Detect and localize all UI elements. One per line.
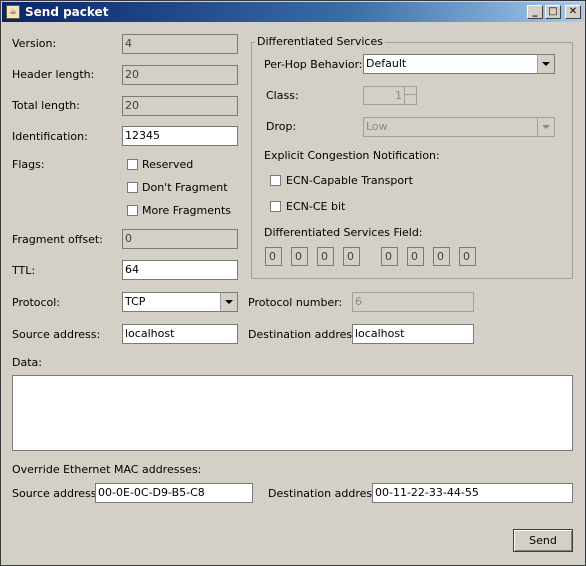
drop-selected-value: Low: [366, 120, 388, 133]
ds-bit-box: 0: [381, 247, 398, 266]
ecn-capable-checkbox[interactable]: [270, 175, 281, 186]
phb-selected-value: Default: [366, 57, 407, 70]
spinner-up-icon[interactable]: [404, 87, 416, 95]
mac-destination-address-label: Destination address:: [268, 487, 382, 500]
dont-fragment-label: Don't Fragment: [142, 181, 228, 194]
protocol-number-field: 6: [352, 292, 474, 312]
maximize-button[interactable]: □: [545, 5, 561, 19]
header-length-field: 20: [122, 65, 238, 85]
send-packet-window: ☕ Send packet _ □ ✕ Version: 4 Header le…: [0, 0, 586, 566]
more-fragments-label: More Fragments: [142, 204, 232, 217]
phb-select[interactable]: Default: [363, 54, 555, 74]
ds-bit-box: 0: [459, 247, 476, 266]
protocol-select[interactable]: TCP: [122, 292, 238, 312]
diffserv-group-title: Differentiated Services: [255, 35, 385, 49]
flags-label: Flags:: [12, 158, 45, 171]
protocol-selected-value: TCP: [125, 295, 146, 308]
java-app-icon: ☕: [6, 5, 20, 19]
drop-label: Drop:: [266, 120, 297, 133]
destination-address-label: Destination address:: [248, 328, 362, 341]
chevron-down-icon[interactable]: [220, 293, 237, 311]
mac-source-input[interactable]: 00-0E-0C-D9-B5-C8: [95, 483, 253, 503]
class-spinner[interactable]: 1: [363, 86, 417, 105]
ds-bit-box: 0: [317, 247, 334, 266]
ecn-label: Explicit Congestion Notification:: [264, 149, 440, 162]
send-button[interactable]: Send: [513, 529, 573, 552]
ttl-label: TTL:: [12, 264, 36, 277]
ecn-ce-label: ECN-CE bit: [286, 200, 346, 213]
ds-field-label: Differentiated Services Field:: [264, 226, 423, 239]
total-length-field: 20: [122, 96, 238, 116]
dont-fragment-checkbox[interactable]: [127, 182, 138, 193]
ecn-capable-label: ECN-Capable Transport: [286, 174, 413, 187]
ds-bit-box: 0: [433, 247, 450, 266]
close-button[interactable]: ✕: [565, 5, 581, 19]
total-length-label: Total length:: [12, 99, 80, 112]
phb-label: Per-Hop Behavior:: [264, 58, 363, 71]
override-mac-label: Override Ethernet MAC addresses:: [12, 463, 202, 476]
data-label: Data:: [12, 356, 42, 369]
protocol-label: Protocol:: [12, 296, 61, 309]
chevron-down-icon[interactable]: [537, 55, 554, 73]
header-length-label: Header length:: [12, 68, 95, 81]
identification-label: Identification:: [12, 130, 88, 143]
protocol-number-label: Protocol number:: [248, 296, 343, 309]
source-address-label: Source address:: [12, 328, 101, 341]
fragment-offset-label: Fragment offset:: [12, 233, 103, 246]
fragment-offset-field: 0: [122, 229, 238, 249]
version-label: Version:: [12, 37, 57, 50]
spinner-down-icon[interactable]: [404, 95, 416, 104]
class-label: Class:: [266, 89, 299, 102]
more-fragments-checkbox[interactable]: [127, 205, 138, 216]
ecn-ce-checkbox[interactable]: [270, 201, 281, 212]
reserved-checkbox[interactable]: [127, 159, 138, 170]
drop-select[interactable]: Low: [363, 117, 555, 137]
chevron-down-icon[interactable]: [537, 118, 554, 136]
identification-input[interactable]: 12345: [122, 126, 238, 146]
minimize-button[interactable]: _: [527, 5, 543, 19]
mac-source-address-label: Source address:: [12, 487, 101, 500]
reserved-label: Reserved: [142, 158, 194, 171]
title-bar[interactable]: ☕ Send packet _ □ ✕: [2, 2, 584, 22]
window-title: Send packet: [25, 5, 109, 19]
ds-bit-box: 0: [291, 247, 308, 266]
source-address-input[interactable]: localhost: [122, 324, 238, 344]
mac-destination-input[interactable]: 00-11-22-33-44-55: [372, 483, 573, 503]
class-value: 1: [395, 89, 402, 102]
ttl-input[interactable]: 64: [122, 260, 238, 280]
ds-bit-box: 0: [407, 247, 424, 266]
ds-bit-box: 0: [265, 247, 282, 266]
destination-address-input[interactable]: localhost: [352, 324, 474, 344]
ds-bit-box: 0: [343, 247, 360, 266]
version-field: 4: [122, 34, 238, 54]
data-textarea[interactable]: [12, 375, 573, 451]
